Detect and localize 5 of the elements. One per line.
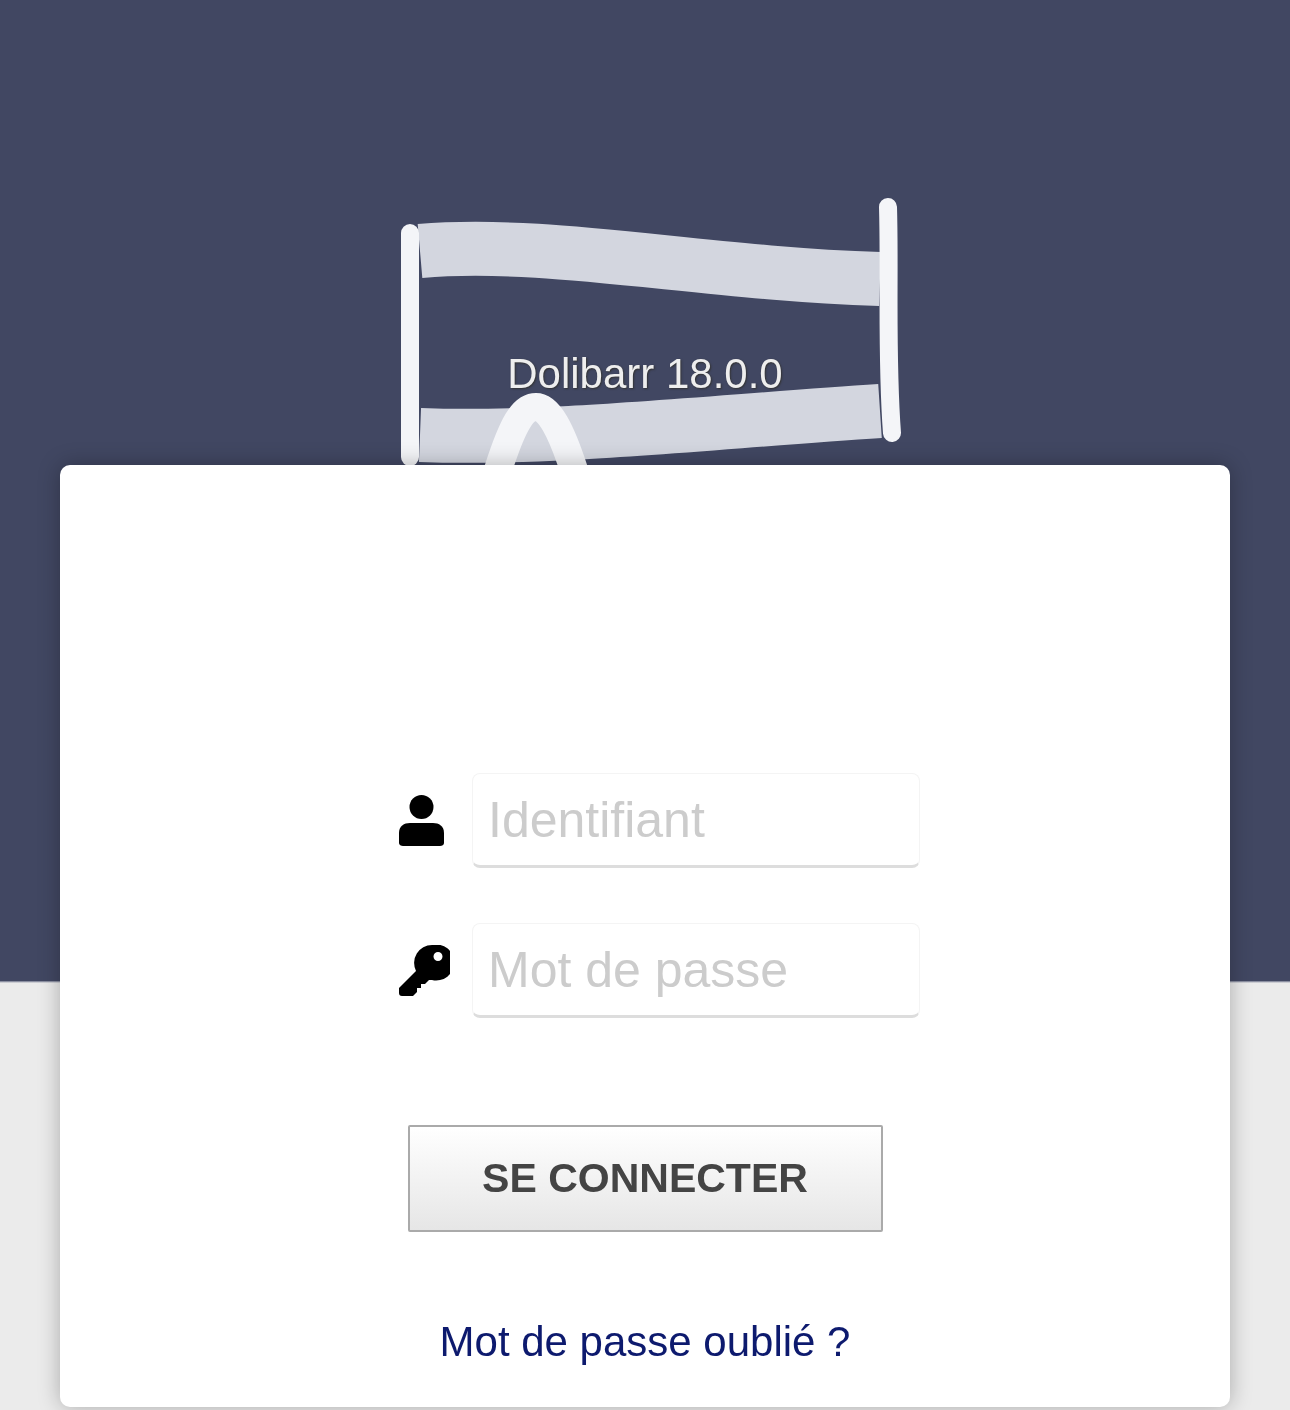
user-icon <box>399 795 444 846</box>
forgot-password-link[interactable]: Mot de passe oublié ? <box>439 1319 851 1365</box>
version-text: Dolibarr 18.0.0 <box>507 351 783 397</box>
key-icon <box>399 945 450 996</box>
login-button[interactable]: SE CONNECTER <box>407 1125 883 1232</box>
